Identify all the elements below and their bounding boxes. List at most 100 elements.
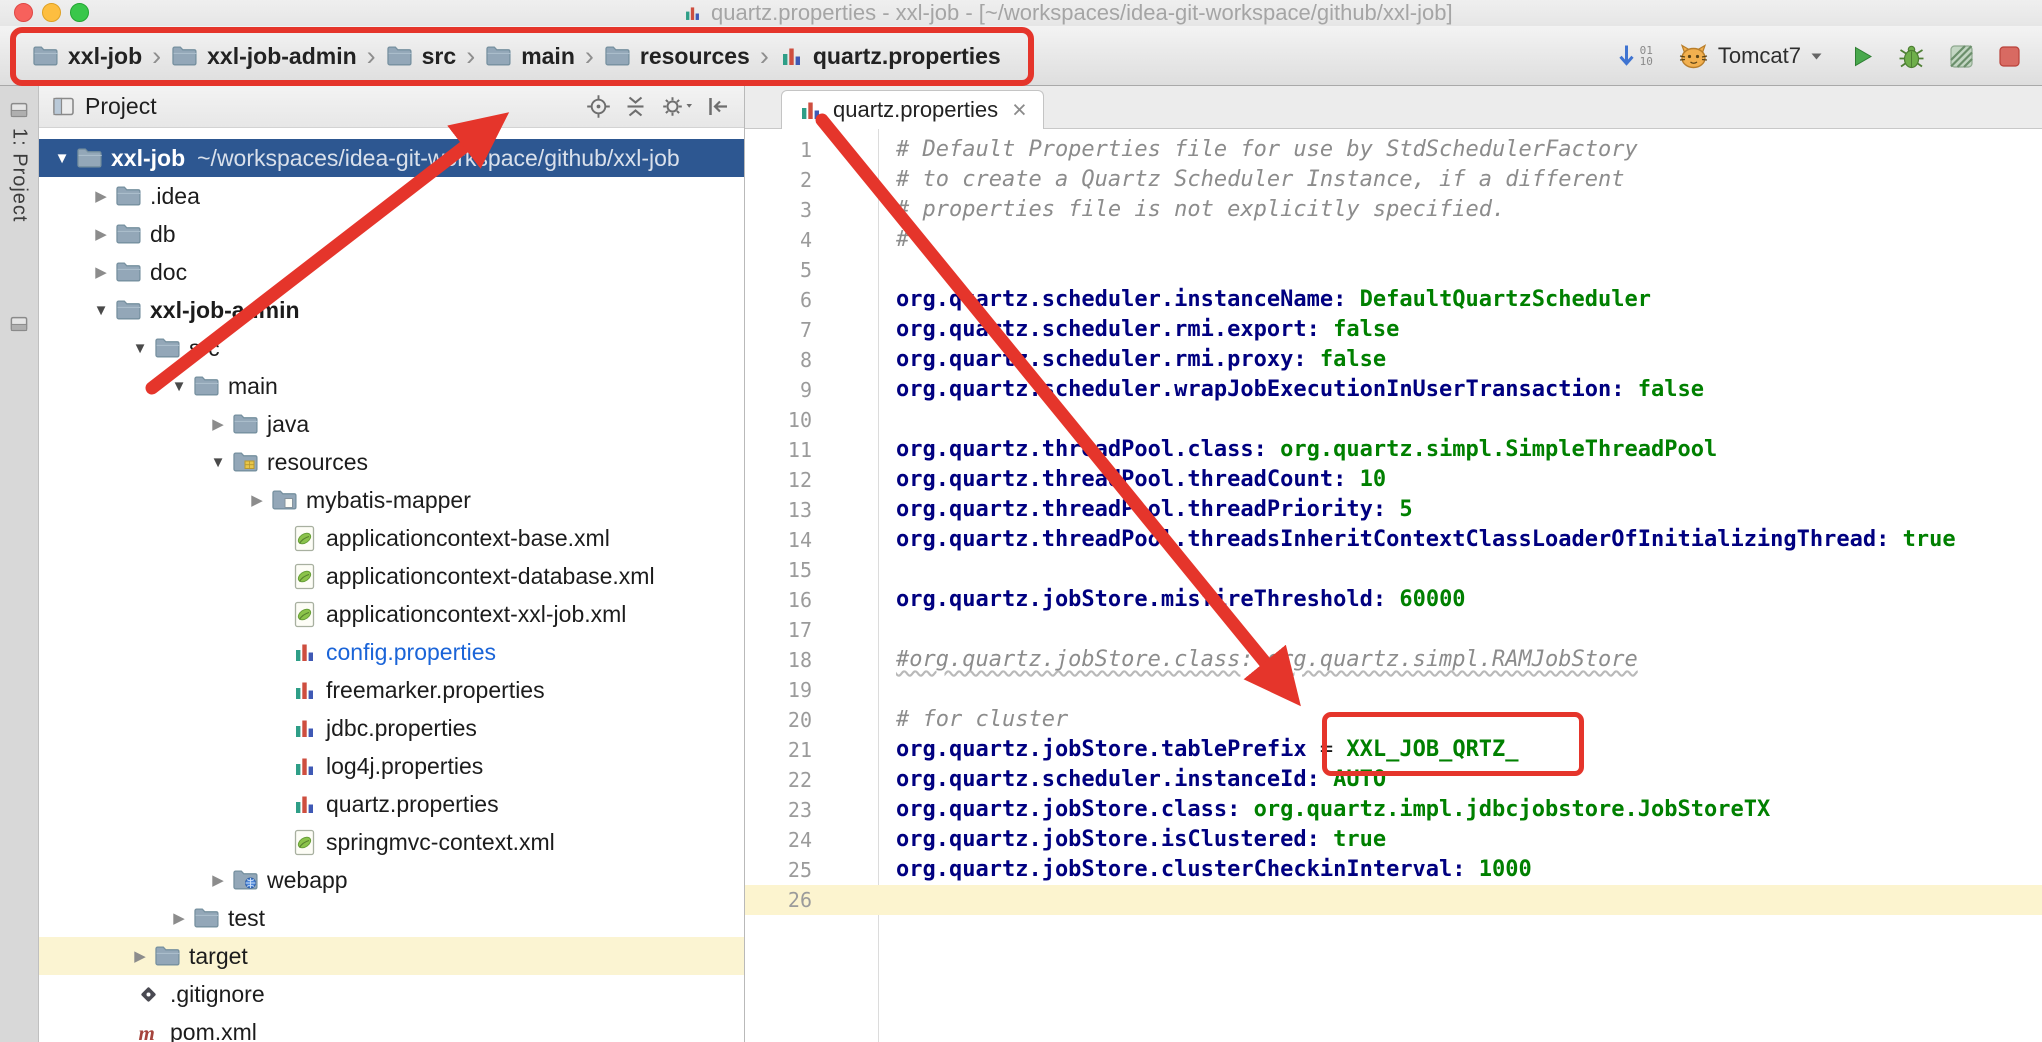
coverage-button[interactable] xyxy=(1948,43,1975,70)
breadcrumb-item-xxl-job-admin[interactable]: xxl-job-admin xyxy=(169,43,359,70)
tree-item-test[interactable]: ▶test xyxy=(39,899,744,937)
tree-item-xxl-job-admin[interactable]: ▼xxl-job-admin xyxy=(39,291,744,329)
code-line-16[interactable]: 16org.quartz.jobStore.misfireThreshold: … xyxy=(745,585,2042,615)
tree-item-log4j.properties[interactable]: log4j.properties xyxy=(39,747,744,785)
breadcrumb-label: src xyxy=(422,43,457,70)
tree-item-.idea[interactable]: ▶.idea xyxy=(39,177,744,215)
code-line-17[interactable]: 17 xyxy=(745,615,2042,645)
run-button[interactable] xyxy=(1848,43,1875,70)
breadcrumb-item-resources[interactable]: resources xyxy=(602,43,752,70)
code-line-15[interactable]: 15 xyxy=(745,555,2042,585)
line-number: 24 xyxy=(745,825,878,855)
line-number: 5 xyxy=(745,255,878,285)
code-line-24[interactable]: 24org.quartz.jobStore.isClustered: true xyxy=(745,825,2042,855)
tree-item-webapp[interactable]: ▶webapp xyxy=(39,861,744,899)
tree-item-pom.xml[interactable]: mpom.xml xyxy=(39,1013,744,1042)
tree-item-xxl-job[interactable]: ▼xxl-job~/workspaces/idea-git-workspace/… xyxy=(39,139,744,177)
code-line-19[interactable]: 19 xyxy=(745,675,2042,705)
expand-arrow-icon[interactable]: ▶ xyxy=(205,871,231,889)
collapse-button[interactable] xyxy=(622,93,649,120)
tree-item-springmvc-context.xml[interactable]: springmvc-context.xml xyxy=(39,823,744,861)
code-line-25[interactable]: 25org.quartz.jobStore.clusterCheckinInte… xyxy=(745,855,2042,885)
collapse-arrow-icon[interactable]: ▼ xyxy=(49,150,75,167)
code-line-8[interactable]: 8org.quartz.scheduler.rmi.proxy: false xyxy=(745,345,2042,375)
code-line-18[interactable]: 18#org.quartz.jobStore.class: org.quartz… xyxy=(745,645,2042,675)
tree-item-target[interactable]: ▶target xyxy=(39,937,744,975)
debug-button[interactable] xyxy=(1897,43,1926,70)
settings-button[interactable] xyxy=(659,93,695,120)
tree-item-.gitignore[interactable]: .gitignore xyxy=(39,975,744,1013)
expand-arrow-icon[interactable]: ▶ xyxy=(244,491,270,509)
code-line-4[interactable]: 4# xyxy=(745,225,2042,255)
line-number: 16 xyxy=(745,585,878,615)
update-indicator[interactable]: 01 10 xyxy=(1616,43,1653,70)
tree-item-jdbc.properties[interactable]: jdbc.properties xyxy=(39,709,744,747)
editor-tab-quartz-properties[interactable]: quartz.properties × xyxy=(781,90,1044,129)
close-window-button[interactable] xyxy=(14,3,33,22)
zoom-window-button[interactable] xyxy=(70,3,89,22)
code-line-23[interactable]: 23org.quartz.jobStore.class: org.quartz.… xyxy=(745,795,2042,825)
tree-item-applicationcontext-base.xml[interactable]: applicationcontext-base.xml xyxy=(39,519,744,557)
code-line-26[interactable]: 26 xyxy=(745,885,2042,915)
tool-window-button-secondary[interactable] xyxy=(0,314,38,334)
code-line-5[interactable]: 5 xyxy=(745,255,2042,285)
code-line-9[interactable]: 9org.quartz.scheduler.wrapJobExecutionIn… xyxy=(745,375,2042,405)
minimize-window-button[interactable] xyxy=(42,3,61,22)
code-line-1[interactable]: 1# Default Properties file for use by St… xyxy=(745,135,2042,165)
expand-arrow-icon[interactable]: ▶ xyxy=(88,263,114,281)
collapse-arrow-icon[interactable]: ▼ xyxy=(127,340,153,357)
expand-arrow-icon[interactable]: ▶ xyxy=(88,225,114,243)
tree-item-applicationcontext-database.xml[interactable]: applicationcontext-database.xml xyxy=(39,557,744,595)
code-line-20[interactable]: 20# for cluster xyxy=(745,705,2042,735)
tree-item-src[interactable]: ▼src xyxy=(39,329,744,367)
line-number: 4 xyxy=(745,225,878,255)
hide-button[interactable] xyxy=(705,93,732,120)
code-line-3[interactable]: 3# properties file is not explicitly spe… xyxy=(745,195,2042,225)
close-tab-icon[interactable]: × xyxy=(1012,100,1027,120)
collapse-arrow-icon[interactable]: ▼ xyxy=(205,454,231,471)
code-line-10[interactable]: 10 xyxy=(745,405,2042,435)
ide-window: quartz.properties - xxl-job - [~/workspa… xyxy=(0,0,2042,1042)
tree-item-applicationcontext-xxl-job.xml[interactable]: applicationcontext-xxl-job.xml xyxy=(39,595,744,633)
expand-arrow-icon[interactable]: ▶ xyxy=(205,415,231,433)
tree-item-config.properties[interactable]: config.properties xyxy=(39,633,744,671)
breadcrumb-item-quartz.properties[interactable]: quartz.properties xyxy=(777,43,1003,70)
code-line-21[interactable]: 21org.quartz.jobStore.tablePrefix = XXL_… xyxy=(745,735,2042,765)
breadcrumb-item-main[interactable]: main xyxy=(483,43,577,70)
collapse-arrow-icon[interactable]: ▼ xyxy=(166,378,192,395)
expand-arrow-icon[interactable]: ▶ xyxy=(127,947,153,965)
hide-icon xyxy=(705,93,732,120)
code-line-14[interactable]: 14org.quartz.threadPool.threadsInheritCo… xyxy=(745,525,2042,555)
tree-item-label: jdbc.properties xyxy=(326,715,477,742)
tool-window-button-project[interactable]: 1: Project xyxy=(0,100,38,222)
tree-item-quartz.properties[interactable]: quartz.properties xyxy=(39,785,744,823)
breadcrumb-item-xxl-job[interactable]: xxl-job xyxy=(30,43,144,70)
code-line-7[interactable]: 7org.quartz.scheduler.rmi.export: false xyxy=(745,315,2042,345)
locate-button[interactable] xyxy=(585,93,612,120)
breadcrumb-item-src[interactable]: src xyxy=(384,43,459,70)
git-icon xyxy=(134,982,162,1007)
code-line-13[interactable]: 13org.quartz.threadPool.threadPriority: … xyxy=(745,495,2042,525)
tree-item-resources[interactable]: ▼resources xyxy=(39,443,744,481)
folder-icon xyxy=(32,44,59,68)
code-line-12[interactable]: 12org.quartz.threadPool.threadCount: 10 xyxy=(745,465,2042,495)
folder-web-icon xyxy=(231,868,259,892)
expand-arrow-icon[interactable]: ▶ xyxy=(88,187,114,205)
code-line-11[interactable]: 11org.quartz.threadPool.class: org.quart… xyxy=(745,435,2042,465)
folder-icon xyxy=(153,944,181,968)
tree-item-mybatis-mapper[interactable]: ▶mybatis-mapper xyxy=(39,481,744,519)
tree-item-db[interactable]: ▶db xyxy=(39,215,744,253)
collapse-arrow-icon[interactable]: ▼ xyxy=(88,302,114,319)
editor[interactable]: 1# Default Properties file for use by St… xyxy=(745,129,2042,1042)
code-line-2[interactable]: 2# to create a Quartz Scheduler Instance… xyxy=(745,165,2042,195)
code-line-22[interactable]: 22org.quartz.scheduler.instanceId: AUTO xyxy=(745,765,2042,795)
tree-item-freemarker.properties[interactable]: freemarker.properties xyxy=(39,671,744,709)
line-number: 25 xyxy=(745,855,878,885)
tree-item-main[interactable]: ▼main xyxy=(39,367,744,405)
stop-button[interactable] xyxy=(1997,44,2022,69)
tree-item-doc[interactable]: ▶doc xyxy=(39,253,744,291)
expand-arrow-icon[interactable]: ▶ xyxy=(166,909,192,927)
run-configuration-selector[interactable]: Tomcat7 xyxy=(1677,43,1824,70)
code-line-6[interactable]: 6org.quartz.scheduler.instanceName: Defa… xyxy=(745,285,2042,315)
tree-item-java[interactable]: ▶java xyxy=(39,405,744,443)
